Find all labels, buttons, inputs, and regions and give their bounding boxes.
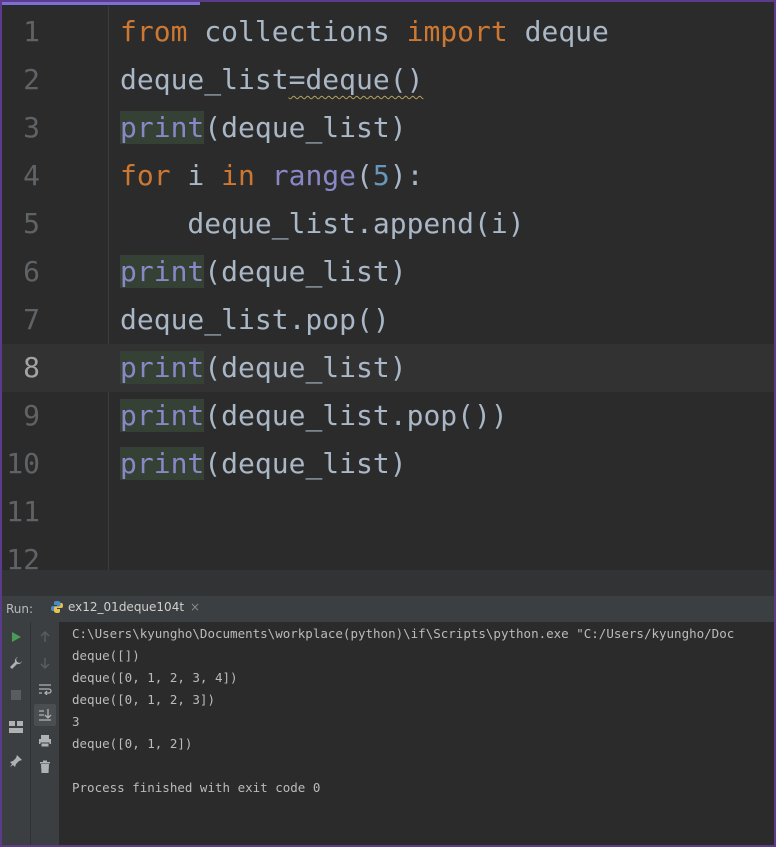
play-icon[interactable]	[5, 626, 27, 648]
call-args: (deque_list)	[204, 111, 407, 144]
panel-separator[interactable]	[2, 570, 774, 596]
code-text: print(deque_list)	[120, 440, 407, 488]
line-number: 6	[23, 255, 40, 288]
layout-icon[interactable]	[5, 716, 27, 738]
trash-icon[interactable]	[34, 756, 56, 778]
console-line: deque([])	[72, 648, 140, 663]
number-literal: 5	[372, 159, 390, 192]
code-text: deque_list.pop()	[120, 303, 390, 336]
line-number: 11	[6, 495, 40, 528]
keyword-from: from	[120, 15, 188, 48]
console-line: deque([0, 1, 2, 3, 4])	[72, 670, 238, 685]
module-name: collections	[187, 15, 407, 48]
line-number: 4	[23, 159, 40, 192]
code-line-8-current[interactable]: 8 print(deque_list)	[2, 344, 774, 392]
code-line-3[interactable]: 3 print(deque_list)	[2, 104, 774, 152]
code-line-10[interactable]: 10 print(deque_list)	[2, 440, 774, 488]
line-number: 2	[23, 63, 40, 96]
call-args: (deque_list)	[204, 255, 407, 288]
code-line-5[interactable]: 5 deque_list.append(i)	[2, 200, 774, 248]
builtin-print: print	[120, 111, 205, 144]
keyword-in: in	[221, 159, 255, 192]
paren-open: (	[356, 159, 373, 192]
code-line-11[interactable]: 11	[2, 488, 774, 536]
line-number: 8	[23, 351, 40, 384]
run-panel-header: Run: ex12_01deque104t ×	[2, 596, 774, 622]
active-tab-indicator	[2, 2, 200, 5]
line-number: 3	[23, 111, 40, 144]
line-number: 10	[6, 447, 40, 480]
line-number: 7	[23, 303, 40, 336]
call-args: (deque_list.pop())	[204, 399, 508, 432]
line-number: 12	[6, 543, 40, 570]
arrow-up-icon[interactable]	[34, 626, 56, 648]
call-args: (deque_list)	[204, 447, 407, 480]
console-line: C:\Users\kyungho\Documents\workplace(pyt…	[72, 626, 735, 641]
code-text: print(deque_list)	[120, 344, 407, 392]
close-icon[interactable]: ×	[190, 600, 200, 614]
arrow-down-icon[interactable]	[34, 652, 56, 674]
builtin-print: print	[120, 351, 205, 384]
builtin-print: print	[120, 399, 205, 432]
code-text: print(deque_list.pop())	[120, 392, 508, 440]
code-text: from collections import deque	[120, 8, 609, 56]
keyword-for: for	[120, 159, 171, 192]
builtin-range: range	[271, 159, 357, 192]
console-line: deque([0, 1, 2])	[72, 736, 193, 751]
run-console-output[interactable]: C:\Users\kyungho\Documents\workplace(pyt…	[60, 622, 774, 845]
loop-variable: i	[170, 159, 222, 192]
imported-name: deque	[507, 15, 609, 48]
line-number: 1	[23, 15, 40, 48]
soft-wrap-icon[interactable]	[34, 678, 56, 700]
wrench-icon[interactable]	[5, 652, 27, 674]
code-line-2[interactable]: 2 deque_list=deque()	[2, 56, 774, 104]
builtin-print: print	[120, 255, 205, 288]
stop-icon[interactable]	[5, 684, 27, 706]
paren-close-colon: ):	[389, 159, 424, 192]
line-number: 9	[23, 399, 40, 432]
pep8-warning-squiggle: =deque()	[288, 63, 424, 96]
print-icon[interactable]	[34, 730, 56, 752]
call-args: (deque_list)	[204, 351, 407, 384]
code-line-4[interactable]: 4 for i in range(5):	[2, 152, 774, 200]
code-line-6[interactable]: 6 print(deque_list)	[2, 248, 774, 296]
code-line-12[interactable]: 12	[2, 536, 774, 570]
run-config-tab[interactable]: ex12_01deque104t ×	[50, 600, 200, 614]
run-label: Run:	[6, 602, 34, 616]
code-text: deque_list=deque()	[120, 56, 423, 104]
code-text: print(deque_list)	[120, 248, 407, 296]
keyword-import: import	[406, 15, 508, 48]
console-line: 3	[72, 714, 80, 729]
run-toolbar-left	[2, 622, 30, 845]
run-toolbar-right	[30, 622, 59, 845]
run-tab-label: ex12_01deque104t	[68, 600, 185, 614]
code-editor[interactable]: 1 from collections import deque 2 deque_…	[2, 6, 774, 570]
variable-name: deque_list	[120, 63, 289, 96]
console-line: Process finished with exit code 0	[72, 780, 321, 795]
code-text: for i in range(5):	[120, 152, 423, 200]
code-text: deque_list.append(i)	[120, 207, 525, 240]
pin-icon[interactable]	[5, 750, 27, 772]
code-text: print(deque_list)	[120, 104, 407, 152]
builtin-print: print	[120, 447, 205, 480]
line-number: 5	[23, 207, 40, 240]
scroll-to-end-icon[interactable]	[34, 704, 56, 726]
code-line-1[interactable]: 1 from collections import deque	[2, 8, 774, 56]
python-icon	[51, 601, 63, 613]
code-line-7[interactable]: 7 deque_list.pop()	[2, 296, 774, 344]
console-line: deque([0, 1, 2, 3])	[72, 692, 215, 707]
code-line-9[interactable]: 9 print(deque_list.pop())	[2, 392, 774, 440]
